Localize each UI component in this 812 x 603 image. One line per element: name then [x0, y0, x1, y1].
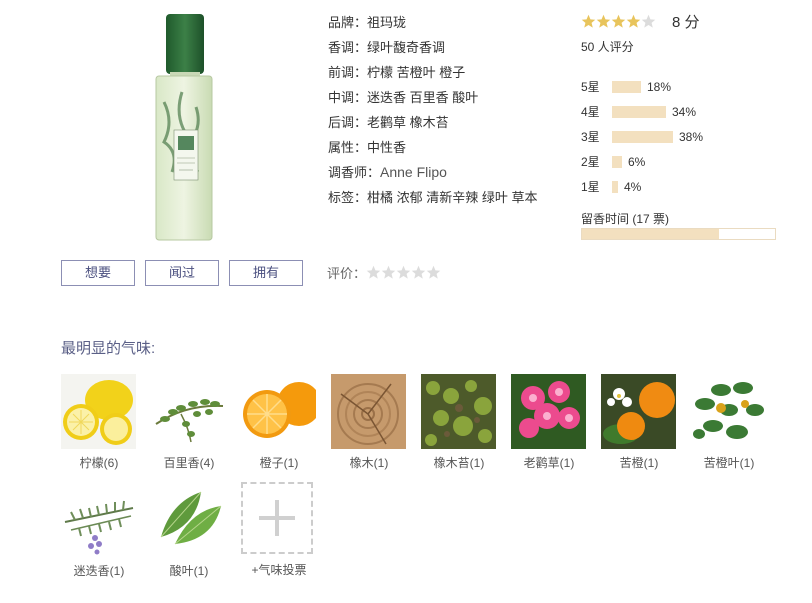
note-name: 酸叶(1) — [169, 564, 209, 578]
distribution-row: 2星 6% — [581, 149, 703, 174]
star-empty-icon[interactable] — [411, 265, 426, 280]
note-name: 橡木(1) — [349, 456, 389, 470]
distribution-row: 5星 18% — [581, 74, 703, 99]
note-tile[interactable]: 苦橙叶(1) — [691, 374, 767, 471]
star-empty-icon[interactable] — [381, 265, 396, 280]
note-name: 橙子(1) — [259, 456, 299, 470]
plus-icon — [259, 500, 295, 536]
distribution-bar — [612, 180, 618, 193]
distribution-bar — [612, 130, 673, 143]
note-name: 迷迭香(1) — [73, 564, 125, 578]
sorrel-icon — [151, 482, 226, 557]
distribution-label: 5星 — [581, 80, 600, 94]
note-name: 橡木苔(1) — [433, 456, 485, 470]
note-name: 百里香(4) — [163, 456, 215, 470]
note-tile[interactable]: 百里香(4) — [151, 374, 227, 471]
vote-box[interactable] — [241, 482, 313, 554]
average-score: 8 分 — [672, 13, 700, 31]
star-rating — [581, 14, 656, 29]
star-empty-icon[interactable] — [426, 265, 441, 280]
longevity-bar-fill — [582, 229, 720, 239]
orange-icon — [241, 374, 316, 449]
info-accord: 香调：绿叶馥奇香调 — [328, 40, 446, 55]
distribution-row: 4星 34% — [581, 99, 703, 124]
note-name: 苦橙(1) — [619, 456, 659, 470]
note-tile[interactable]: 老鹳草(1) — [511, 374, 587, 471]
perfumer-link[interactable]: Anne Flipo — [380, 164, 447, 180]
distribution-label: 4星 — [581, 105, 600, 119]
star-filled-icon — [611, 14, 626, 28]
my-rating: 评价： — [327, 263, 441, 282]
vote-label: +气味投票 — [251, 563, 307, 577]
notes-section-title: 最明显的气味: — [61, 340, 156, 357]
distribution-label: 1星 — [581, 180, 600, 194]
distribution-bar — [612, 105, 666, 118]
perfume-bottle-icon — [155, 14, 213, 241]
note-tile[interactable]: 迷迭香(1) — [61, 482, 137, 579]
distribution-row: 3星 38% — [581, 124, 703, 149]
star-empty-icon[interactable] — [366, 265, 381, 280]
thyme-icon — [151, 374, 226, 449]
rating-summary: 8 分 50 人评分 — [581, 10, 781, 55]
info-tags: 标签：柑橘 浓郁 清新辛辣 绿叶 草本 — [328, 190, 538, 205]
info-gender: 属性：中性香 — [328, 140, 407, 155]
star-filled-icon — [626, 14, 641, 28]
star-empty-icon — [641, 14, 656, 28]
info-perfumer: 调香师：Anne Flipo — [328, 164, 447, 180]
bitter-orange-icon — [601, 374, 676, 449]
distribution-percent: 6% — [628, 154, 646, 169]
perfume-info: 品牌：祖玛珑 香调：绿叶馥奇香调 前调：柠檬 苦橙叶 橙子 中调：迷迭香 百里香… — [328, 10, 578, 210]
note-tile[interactable]: 橡木(1) — [331, 374, 407, 471]
oak-wood-icon — [331, 374, 406, 449]
star-filled-icon — [596, 14, 611, 28]
longevity-label: 留香时间 (17 票) — [581, 212, 670, 226]
star-filled-icon — [581, 14, 596, 28]
brand-link[interactable]: 祖玛珑 — [367, 15, 406, 30]
distribution-row: 1星 4% — [581, 174, 703, 199]
want-button[interactable]: 想要 — [61, 260, 135, 286]
distribution-percent: 4% — [624, 179, 642, 194]
average-stars: 8 分 — [581, 10, 781, 32]
distribution-bar — [612, 80, 641, 93]
info-base-notes: 后调：老鹳草 橡木苔 — [328, 115, 449, 130]
rating-distribution: 5星 18% 4星 34% 3星 38% 2星 6% 1星 4% — [581, 74, 703, 199]
distribution-bar — [612, 155, 622, 168]
distribution-percent: 18% — [647, 79, 672, 94]
product-photo — [112, 12, 222, 246]
note-name: 老鹳草(1) — [523, 456, 575, 470]
longevity-bar — [581, 228, 776, 240]
own-button[interactable]: 拥有 — [229, 260, 303, 286]
note-tile[interactable]: 柠檬(6) — [61, 374, 137, 471]
lemon-icon — [61, 374, 136, 449]
note-tile[interactable]: 酸叶(1) — [151, 482, 227, 579]
distribution-percent: 34% — [672, 104, 697, 119]
vote-note-tile[interactable]: +气味投票 — [241, 482, 317, 578]
distribution-label: 3星 — [581, 130, 600, 144]
petitgrain-icon — [691, 374, 766, 449]
note-name: 苦橙叶(1) — [703, 456, 755, 470]
info-brand: 品牌：祖玛珑 — [328, 15, 407, 30]
smelled-button[interactable]: 闻过 — [145, 260, 219, 286]
info-middle-notes: 中调：迷迭香 百里香 酸叶 — [328, 90, 479, 105]
info-top-notes: 前调：柠檬 苦橙叶 橙子 — [328, 65, 466, 80]
rosemary-icon — [61, 482, 136, 557]
my-rating-stars[interactable] — [366, 265, 441, 280]
geranium-icon — [511, 374, 586, 449]
note-name: 柠檬(6) — [79, 456, 119, 470]
note-tile[interactable]: 橡木苔(1) — [421, 374, 497, 471]
oakmoss-icon — [421, 374, 496, 449]
note-tile[interactable]: 橙子(1) — [241, 374, 317, 471]
distribution-percent: 38% — [679, 129, 704, 144]
star-empty-icon[interactable] — [396, 265, 411, 280]
rating-count: 50 人评分 — [581, 40, 634, 54]
note-tile[interactable]: 苦橙(1) — [601, 374, 677, 471]
my-rating-label: 评价： — [327, 266, 367, 281]
distribution-label: 2星 — [581, 155, 600, 169]
